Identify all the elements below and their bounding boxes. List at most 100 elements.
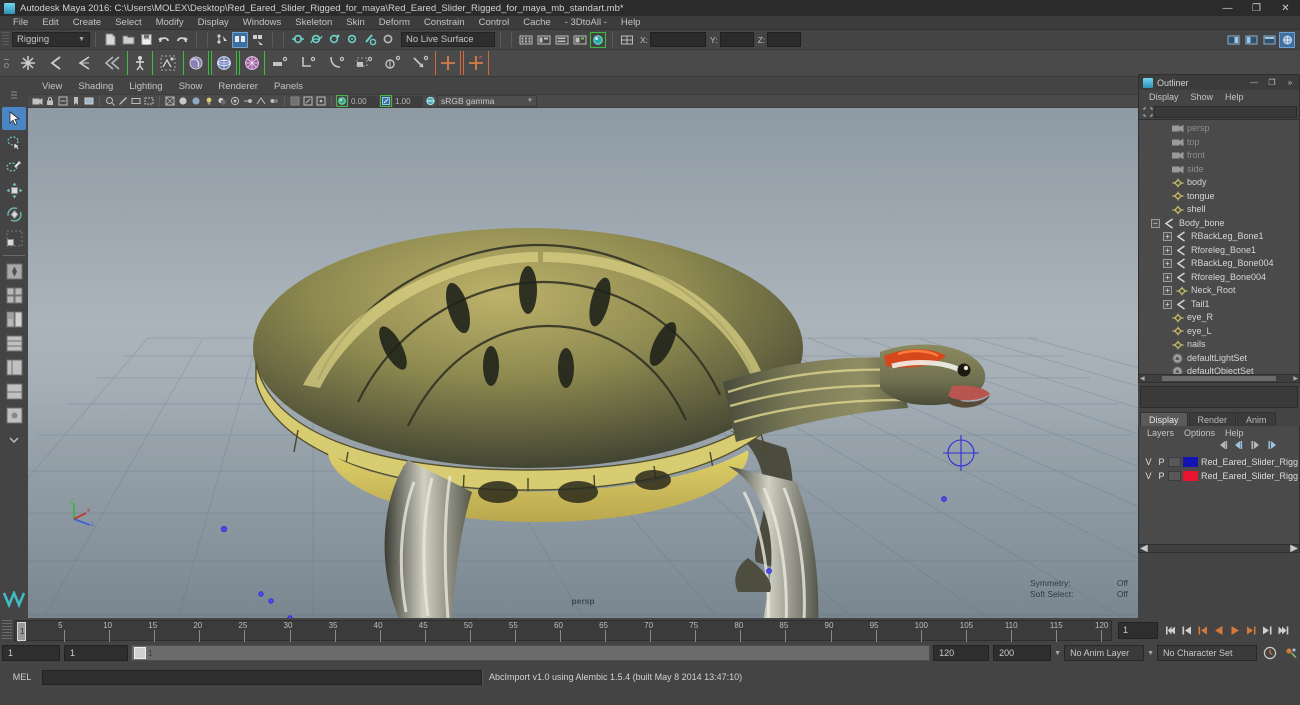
outliner-item-side[interactable]: side: [1139, 163, 1299, 177]
detach-skin-icon[interactable]: [239, 51, 265, 75]
display-layer-row[interactable]: VPRed_Eared_Slider_Rigg: [1139, 469, 1299, 483]
open-tool-settings-icon[interactable]: [536, 32, 552, 48]
scroll-right-icon[interactable]: ▶: [1293, 375, 1298, 382]
layer-visibility-toggle[interactable]: V: [1142, 471, 1155, 481]
layer-display-type-toggle[interactable]: [1168, 471, 1181, 481]
layer-prev-icon[interactable]: [1218, 440, 1229, 453]
menu-item-edit[interactable]: Edit: [35, 16, 65, 30]
outliner-menu-help[interactable]: Help: [1219, 92, 1250, 102]
layer-display-type-toggle[interactable]: [1168, 457, 1181, 467]
collapse-icon[interactable]: −: [1151, 219, 1160, 228]
layer-color-swatch[interactable]: [1183, 471, 1198, 481]
close-button[interactable]: ✕: [1271, 0, 1300, 16]
range-start-field[interactable]: 1: [2, 645, 60, 661]
redo-icon[interactable]: [174, 32, 190, 48]
menu-item-3dtoall[interactable]: - 3DtoAll -: [558, 16, 614, 30]
animation-preferences-icon[interactable]: [1282, 645, 1300, 661]
menu-item-skin[interactable]: Skin: [339, 16, 371, 30]
outliner-minimize-button[interactable]: —: [1245, 75, 1263, 90]
image-plane-icon[interactable]: [83, 95, 95, 107]
menu-item-skeleton[interactable]: Skeleton: [288, 16, 339, 30]
outliner-item-rforeleg-bone004[interactable]: +Rforeleg_Bone004: [1139, 271, 1299, 285]
outliner-item-defaultlightset[interactable]: defaultLightSet: [1139, 352, 1299, 366]
tab-display[interactable]: Display: [1140, 412, 1188, 426]
outliner-maximize-button[interactable]: ❐: [1263, 75, 1281, 90]
outliner-item-top[interactable]: top: [1139, 136, 1299, 150]
depth-of-field-icon[interactable]: [268, 95, 280, 107]
outliner-menu-show[interactable]: Show: [1185, 92, 1220, 102]
insert-joint-tool-icon[interactable]: [99, 51, 125, 75]
turtle-model-red-eared-slider[interactable]: [208, 130, 998, 618]
single-pane-layout-icon[interactable]: [2, 284, 26, 307]
rotate-tool-icon[interactable]: [2, 203, 26, 226]
coord-x-field[interactable]: [650, 32, 706, 47]
lattice-deformer-icon[interactable]: [295, 51, 321, 75]
viewport-menu-renderer[interactable]: Renderer: [210, 80, 266, 94]
mirror-joint-icon[interactable]: [435, 51, 461, 75]
ambient-occlusion-icon[interactable]: [229, 95, 241, 107]
snap-to-view-plane-icon[interactable]: [362, 32, 378, 48]
outliner-item-body-bone[interactable]: −Body_bone: [1139, 217, 1299, 231]
menu-item-display[interactable]: Display: [191, 16, 236, 30]
layer-scroll-right-icon[interactable]: ▶: [1290, 543, 1298, 554]
select-tool-icon[interactable]: [2, 107, 26, 130]
hypershade-icon[interactable]: [1279, 32, 1295, 48]
playback-start-field[interactable]: 1: [64, 645, 128, 661]
range-slider-handle[interactable]: [134, 647, 146, 659]
expand-icon[interactable]: +: [1163, 286, 1172, 295]
xray-joints-icon[interactable]: [302, 95, 314, 107]
outliner-filter-icon[interactable]: [1141, 106, 1154, 118]
resolution-gate-icon[interactable]: [130, 95, 142, 107]
smooth-shade-icon[interactable]: [177, 95, 189, 107]
viewport-render-icon[interactable]: [590, 32, 606, 48]
expand-icon[interactable]: +: [1163, 259, 1172, 268]
twoD-pan-zoom-icon[interactable]: [104, 95, 116, 107]
select-by-hierarchy-icon[interactable]: [214, 32, 230, 48]
current-time-field[interactable]: 1: [1118, 622, 1158, 639]
motion-blur-icon[interactable]: [242, 95, 254, 107]
layer-menu-help[interactable]: Help: [1220, 428, 1249, 438]
gamma-toggle-icon[interactable]: [380, 95, 392, 107]
persp-graph-layout-icon[interactable]: [2, 380, 26, 403]
lasso-select-tool-icon[interactable]: [2, 131, 26, 154]
coord-z-field[interactable]: [767, 32, 801, 47]
channel-box-empty-area[interactable]: [1140, 386, 1298, 408]
camera-attributes-icon[interactable]: [57, 95, 69, 107]
multisample-aa-icon[interactable]: [255, 95, 267, 107]
select-by-component-type-icon[interactable]: [250, 32, 266, 48]
hypershade-layout-icon[interactable]: [2, 404, 26, 427]
last-tool-used-icon[interactable]: [2, 260, 26, 283]
layer-next-all-icon[interactable]: [1266, 440, 1277, 453]
outliner-item-tongue[interactable]: tongue: [1139, 190, 1299, 204]
viewport-menu-show[interactable]: Show: [171, 80, 211, 94]
step-back-key-icon[interactable]: [1180, 624, 1193, 637]
bookmarks-icon[interactable]: [70, 95, 82, 107]
outliner-item-tail1[interactable]: +Tail1: [1139, 298, 1299, 312]
expand-icon[interactable]: +: [1163, 246, 1172, 255]
smooth-shade-textures-icon[interactable]: [190, 95, 202, 107]
outliner-item-front[interactable]: front: [1139, 149, 1299, 163]
outliner-item-nails[interactable]: nails: [1139, 338, 1299, 352]
snap-to-projected-center-icon[interactable]: [344, 32, 360, 48]
outliner-item-rbackleg-bone004[interactable]: +RBackLeg_Bone004: [1139, 257, 1299, 271]
wireframe-shading-icon[interactable]: [164, 95, 176, 107]
time-slider-grip[interactable]: [2, 620, 12, 640]
character-set-selector[interactable]: No Character Set: [1157, 645, 1257, 661]
paint-skin-weights-icon[interactable]: [155, 51, 181, 75]
outliner-item-persp[interactable]: persp: [1139, 122, 1299, 136]
open-attribute-editor-icon[interactable]: [518, 32, 534, 48]
xray-active-components-icon[interactable]: [315, 95, 327, 107]
menu-item-cache[interactable]: Cache: [516, 16, 557, 30]
select-by-object-type-icon[interactable]: [232, 32, 248, 48]
outliner-item-eye-r[interactable]: eye_R: [1139, 311, 1299, 325]
script-language-label[interactable]: MEL: [2, 672, 42, 682]
lock-camera-icon[interactable]: [44, 95, 56, 107]
mirror-skin-weights-icon[interactable]: [463, 51, 489, 75]
soft-modification-icon[interactable]: [379, 51, 405, 75]
expand-icon[interactable]: +: [1163, 300, 1172, 309]
go-to-start-icon[interactable]: [1164, 624, 1177, 637]
create-joint-icon[interactable]: [15, 51, 41, 75]
chevron-down-icon[interactable]: ▼: [1054, 650, 1061, 657]
exposure-value[interactable]: 0.00: [349, 96, 379, 107]
create-deformer-icon[interactable]: [267, 51, 293, 75]
